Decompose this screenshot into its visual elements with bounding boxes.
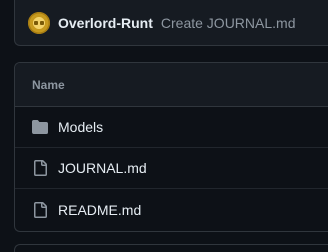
name-column-header: Name	[32, 77, 65, 92]
file-icon	[32, 201, 48, 218]
file-list: Name Models JOURNAL.md README.md	[14, 62, 328, 232]
file-name-link[interactable]: Models	[58, 119, 103, 135]
folder-icon	[32, 119, 48, 135]
commit-message-link[interactable]: Create JOURNAL.md	[161, 15, 296, 31]
file-row-models[interactable]: Models	[15, 107, 328, 148]
file-row-readme[interactable]: README.md	[15, 189, 328, 230]
latest-commit-bar: Overlord-Runt Create JOURNAL.md	[14, 0, 328, 46]
next-section-box	[14, 244, 328, 252]
file-name-link[interactable]: JOURNAL.md	[58, 160, 147, 176]
avatar[interactable]	[28, 11, 50, 34]
file-name-link[interactable]: README.md	[58, 202, 141, 218]
repository-page: Overlord-Runt Create JOURNAL.md Name Mod…	[0, 0, 328, 252]
file-icon	[32, 160, 48, 176]
file-row-journal[interactable]: JOURNAL.md	[15, 148, 328, 189]
commit-author-link[interactable]: Overlord-Runt	[58, 15, 153, 31]
file-list-header: Name	[15, 63, 328, 107]
